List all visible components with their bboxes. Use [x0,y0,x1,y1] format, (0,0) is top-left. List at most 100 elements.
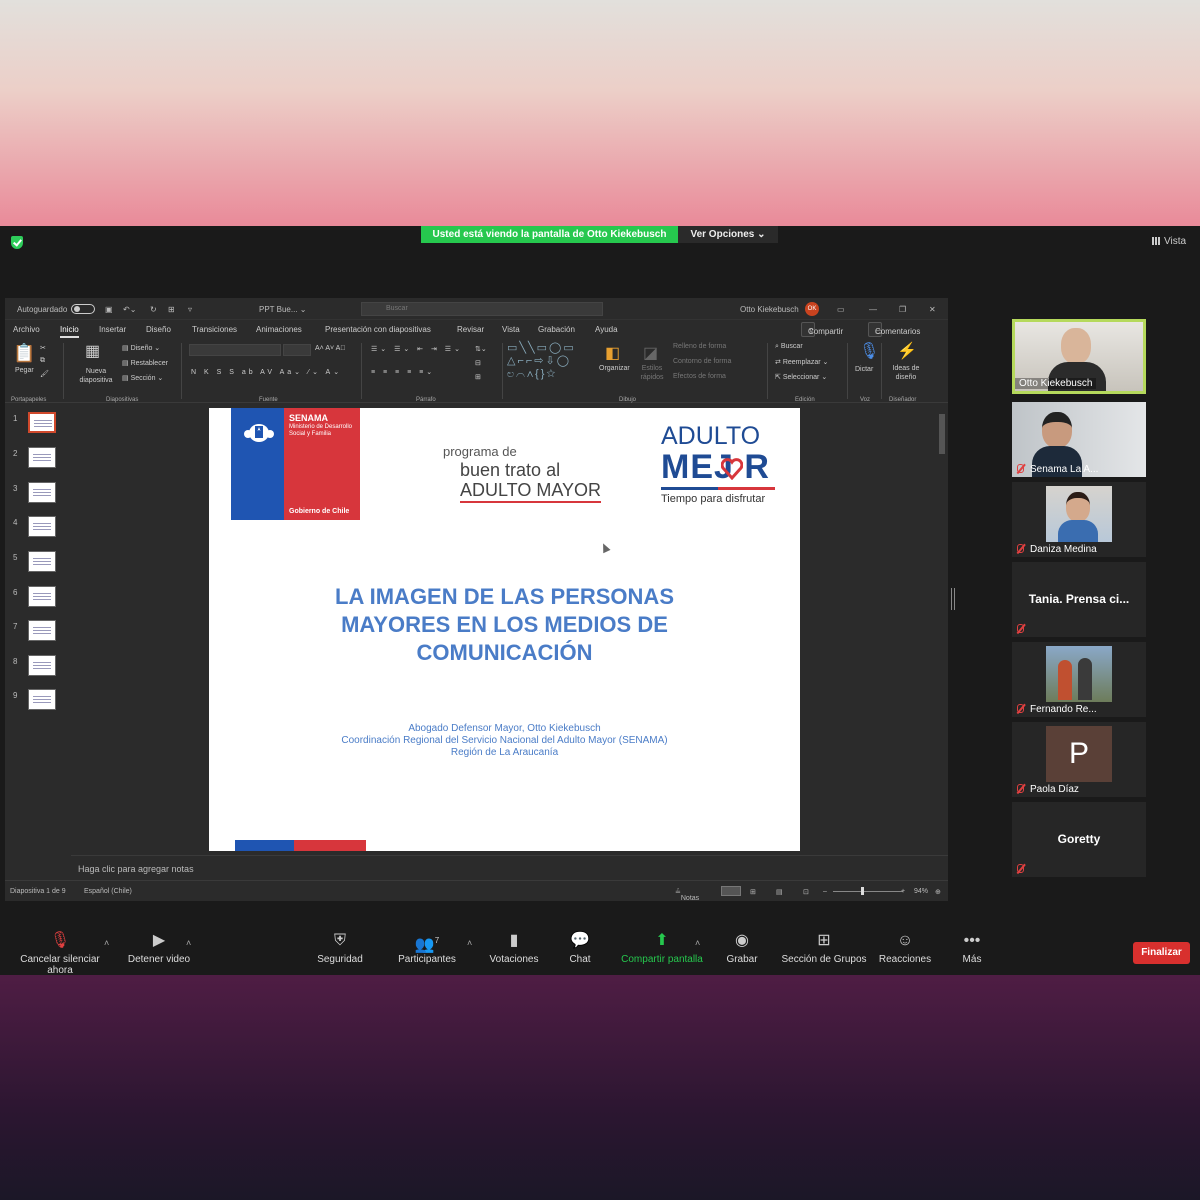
tab-grabacion[interactable]: Grabación [538,325,575,334]
dictate-icon[interactable]: 🎙 [859,341,879,361]
notes-pane[interactable]: Haga clic para agregar notas [71,855,948,880]
security-button[interactable]: ⛨ Seguridad [310,932,370,965]
shape-outline-label[interactable]: Contorno de forma [673,358,731,365]
arrange-icon[interactable]: ◧ [605,343,620,363]
normal-view-icon[interactable] [721,886,741,896]
new-slide-label[interactable]: Nueva diapositiva [73,367,119,385]
shape-fill-label[interactable]: Relleno de forma [673,343,726,350]
view-button[interactable]: Vista [1152,236,1186,247]
slide-thumbnail[interactable]: 7 [5,620,71,650]
slideshow-icon[interactable]: ⊡ [803,888,809,896]
participant-tile[interactable]: Senama La A... [1012,402,1146,477]
tab-ayuda[interactable]: Ayuda [595,325,618,334]
tab-diseno[interactable]: Diseño [146,325,171,334]
chat-button[interactable]: 💬 Chat [560,932,600,965]
participant-tile[interactable]: Otto Kiekebusch [1012,319,1146,394]
slide-scrollbar[interactable] [937,404,947,854]
participant-tile[interactable]: Tania. Prensa ci... [1012,562,1146,637]
breakout-rooms-button[interactable]: ⊞ Sección de Grupos [780,932,868,965]
ribbon-display-icon[interactable]: ▭ [837,305,845,314]
tab-transiciones[interactable]: Transiciones [192,325,237,334]
slide-thumbnail[interactable]: 3 [5,482,71,512]
replace-button[interactable]: ⇄ Reemplazar ⌄ [775,358,828,366]
layout-button[interactable]: ▤ Diseño ⌄ [122,344,160,352]
zoom-slider[interactable] [833,887,903,895]
video-options-chevron-icon[interactable]: ˄ [186,938,191,948]
notes-button[interactable]: ≟ Notas [675,888,699,902]
participants-button[interactable]: 👥7 Participantes [395,932,459,965]
slide-thumbnail[interactable]: 4 [5,516,71,546]
slide-thumbnail[interactable]: 1 [5,412,71,442]
unmute-button[interactable]: 🎙 Cancelar silenciar ahora [8,932,112,976]
paragraph-list-buttons[interactable]: ☰⌄ ☰⌄ ⇤ ⇥ ☰⌄ [371,345,463,353]
copy-icon[interactable]: ⧉ [40,357,45,365]
tab-insertar[interactable]: Insertar [99,325,126,334]
tab-archivo[interactable]: Archivo [13,325,40,334]
account-name[interactable]: Otto Kiekebusch [740,305,799,314]
tab-presentacion[interactable]: Presentación con diapositivas [325,325,431,334]
arrange-label[interactable]: Organizar [599,365,630,372]
undo-icon[interactable]: ↶⌄ [123,305,136,314]
slide-sorter-icon[interactable]: ⊞ [750,888,756,896]
zoom-out-icon[interactable]: – [823,888,827,895]
select-button[interactable]: ⇱ Seleccionar ⌄ [775,373,827,381]
find-button[interactable]: ⌕ Buscar [775,343,803,351]
slide-thumbnail[interactable]: 9 [5,689,71,719]
font-name-select[interactable] [189,344,281,356]
dictate-label[interactable]: Dictar [855,366,873,373]
save-icon[interactable]: ▣ [105,305,113,314]
record-button[interactable]: ◉ Grabar [722,932,762,965]
participant-tile[interactable]: Fernando Re... [1012,642,1146,717]
design-ideas-label[interactable]: Ideas de diseño [887,364,925,382]
design-ideas-icon[interactable]: ⚡ [897,341,917,361]
reading-view-icon[interactable]: ▤ [776,888,783,896]
reset-button[interactable]: ▤ Restablecer [122,359,168,367]
redo-icon[interactable]: ↻ [150,305,157,314]
current-slide-canvas[interactable]: SENAMA Ministerio de Desarrollo Social y… [209,408,800,851]
audio-options-chevron-icon[interactable]: ˄ [104,938,109,948]
close-icon[interactable]: ✕ [929,305,936,314]
file-name[interactable]: PPT Bue... ⌄ [259,305,306,314]
shape-effects-label[interactable]: Efectos de forma [673,373,726,380]
font-size-select[interactable] [283,344,311,356]
quick-styles-label[interactable]: Estilos rápidos [637,364,667,382]
restore-icon[interactable]: ❐ [899,305,906,314]
tab-animaciones[interactable]: Animaciones [256,325,302,334]
font-format-buttons[interactable]: N K S S ab AV Aa⌄ ⁄⌄ A⌄ [191,368,342,376]
share-screen-button[interactable]: ⬆ Compartir pantalla [616,932,708,965]
participant-tile[interactable]: Daniza Medina [1012,482,1146,557]
cut-icon[interactable]: ✂ [40,344,46,352]
ppt-search-input[interactable]: Buscar [361,302,603,316]
slide-thumbnail[interactable]: 8 [5,655,71,685]
end-meeting-button[interactable]: Finalizar [1133,942,1190,964]
more-button[interactable]: ••• Más [955,932,989,965]
slide-thumbnail[interactable]: 2 [5,447,71,477]
zoom-in-icon[interactable]: + [901,888,905,895]
slide-thumbnail[interactable]: 5 [5,551,71,581]
section-button[interactable]: ▤ Sección ⌄ [122,374,163,382]
customize-qat-icon[interactable]: ▿ [188,305,192,314]
paragraph-align-buttons[interactable]: ≡ ≡ ≡ ≡ ≡⌄ [371,368,435,376]
quick-styles-icon[interactable]: ◪ [643,343,658,363]
shapes-gallery[interactable]: ▭╲╲▭◯▭ △⌐⌐⇨⇩◯ ಲ⌒∧{}☆ [507,342,595,380]
view-options-button[interactable]: Ver Opciones ⌄ [678,226,778,243]
font-size-controls[interactable]: A˄ A˅ A⃥ [315,345,346,352]
participants-chevron-icon[interactable]: ˄ [467,938,472,948]
tab-inicio[interactable]: Inicio [60,325,79,338]
tab-vista[interactable]: Vista [502,325,520,334]
format-painter-icon[interactable]: 🖌 [40,370,49,378]
zoom-level[interactable]: 94% [914,888,928,895]
comments-button[interactable]: ▭ Comentarios [868,322,920,337]
encryption-shield-icon[interactable] [11,236,23,249]
minimize-icon[interactable]: — [869,305,877,314]
tab-revisar[interactable]: Revisar [457,325,484,334]
share-button[interactable]: ⇪ Compartir [801,322,843,337]
present-icon[interactable]: ⊞ [168,305,175,314]
new-slide-icon[interactable]: ▦ [85,341,100,361]
reactions-button[interactable]: ☺ Reacciones [876,932,934,965]
polls-button[interactable]: ▮ Votaciones [485,932,543,965]
stop-video-button[interactable]: ▶ Detener video [124,932,194,965]
share-options-chevron-icon[interactable]: ˄ [695,938,700,948]
language-indicator[interactable]: Español (Chile) [84,888,132,895]
slide-thumbnail[interactable]: 6 [5,586,71,616]
